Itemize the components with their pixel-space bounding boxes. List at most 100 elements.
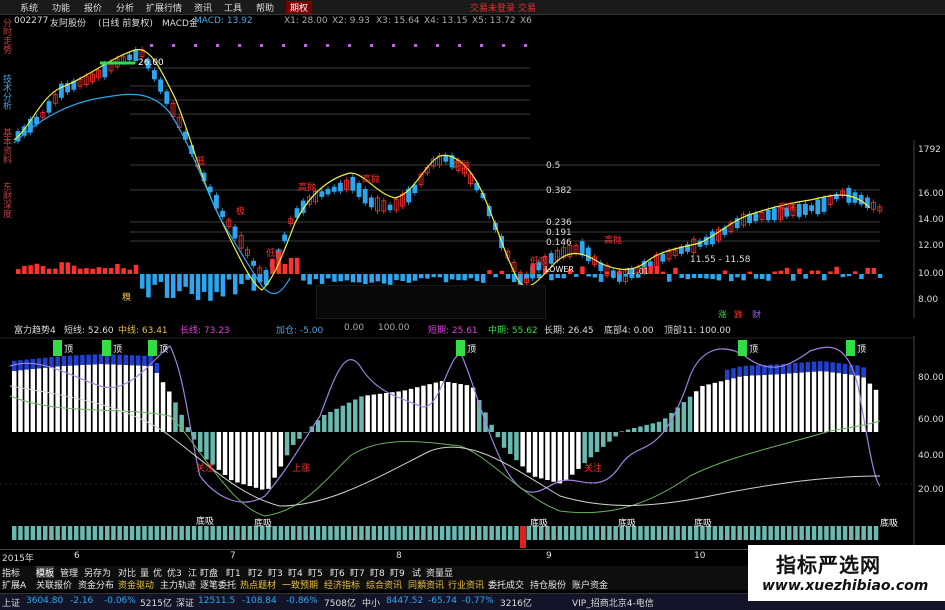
extension-tab-9[interactable]: 综合资讯 (366, 578, 402, 591)
extension-tab-10[interactable]: 同類资讯 (408, 578, 444, 591)
indicator-base-bar (377, 526, 383, 540)
extension-tab-5[interactable]: 逐笔委托 (200, 578, 236, 591)
menu-item-help[interactable]: 帮助 (256, 1, 274, 14)
menu-bar: 系统 功能 报价 分析 扩展行情 资讯 工具 帮助 期权 交易未登录 交易 (0, 0, 945, 15)
volume-bar (425, 274, 430, 279)
server-name[interactable]: VIP_招商北京4-电信 (572, 596, 654, 609)
indicator-title[interactable]: 富力趋势4 (14, 323, 56, 336)
extension-tab-4[interactable]: 主力轨迹 (160, 578, 196, 591)
indicator-base-bar (501, 526, 507, 540)
extension-tab-6[interactable]: 热点题材 (240, 578, 276, 591)
extension-tab-1[interactable]: 关联报价 (36, 578, 72, 591)
indicator-bar (204, 432, 209, 460)
extension-tab-0[interactable]: 扩展A (2, 578, 26, 591)
menu-item-system[interactable]: 系统 (20, 1, 38, 14)
indicator-base-bar (340, 526, 346, 540)
candle-body (127, 54, 132, 61)
volume-bar (853, 271, 858, 274)
x-axis-year: 2015年 (2, 554, 34, 564)
candle-body (331, 186, 337, 192)
candle-body (821, 197, 827, 212)
candle-body (251, 260, 257, 266)
indicator-bar (632, 428, 637, 432)
label-ji: 极 (236, 205, 245, 217)
menu-item-options[interactable]: 期权 (286, 1, 313, 14)
volume-bar (22, 265, 27, 274)
indicator-base-bar (638, 526, 643, 540)
indicator-base-bar (793, 526, 798, 540)
indicator-base-bar (129, 526, 135, 540)
volume-bar (493, 274, 498, 278)
indicator-bar (415, 387, 420, 432)
sh-index-pct: -0.06% (104, 596, 136, 606)
indicator-bar-peak (74, 355, 79, 366)
main-price-chart[interactable]: 0.5 0.382 0.236 0.191 0.146 1792 16.00 1… (0, 28, 945, 318)
menu-item-analysis[interactable]: 分析 (116, 1, 134, 14)
indicator-base-bar (594, 526, 600, 540)
extension-tab-14[interactable]: 账户资金 (572, 578, 608, 591)
candle-body (46, 101, 52, 113)
indicator-bar (427, 384, 432, 432)
indicator-base-bar (154, 526, 160, 540)
menu-item-function[interactable]: 功能 (52, 1, 70, 14)
signal-dot (172, 44, 175, 47)
signal-dot (502, 44, 505, 47)
signal-dot (216, 44, 219, 47)
indicator-bar (706, 384, 711, 432)
indicator-base-bar (787, 526, 792, 540)
indicator-bar (185, 427, 191, 432)
main-chart-info: 002277 友阿股份 (日线 前复权) MACD金 MACD: 13.92 X… (14, 16, 534, 29)
volume-bar (406, 274, 412, 283)
trade-login-status[interactable]: 交易未登录 (470, 1, 515, 14)
volume-bar (307, 274, 312, 285)
extension-tab-11[interactable]: 行业资讯 (448, 578, 484, 591)
candle-body (803, 203, 808, 215)
indicator-bar (384, 393, 389, 432)
indicator-bar (725, 379, 730, 432)
indicator-base-bar (458, 526, 463, 540)
indicator-base-bar (229, 526, 234, 540)
volume-bar (171, 274, 176, 298)
extension-tab-3[interactable]: 资金驱动 (118, 578, 154, 591)
indicator-base-bar (98, 526, 104, 540)
sh-index-name[interactable]: 上证 (2, 596, 20, 609)
indicator-bar (539, 432, 544, 479)
indicator-bar (532, 432, 538, 477)
menu-item-quote[interactable]: 报价 (84, 1, 102, 14)
top-marker-3 (148, 340, 157, 356)
indicator-bar (718, 381, 724, 432)
indicator-bar-peak (799, 362, 804, 373)
sz-index-name[interactable]: 深证 (176, 596, 194, 609)
volume-bar (344, 274, 350, 281)
indicator-base-bar (61, 526, 67, 540)
extension-tab-7[interactable]: 一致预期 (282, 578, 318, 591)
indicator-base-bar (427, 526, 432, 540)
zx-index-name[interactable]: 中小 (362, 596, 380, 609)
indicator-base-bar (818, 526, 823, 540)
trade-menu[interactable]: 交易 (518, 1, 536, 14)
zx-index-value: 8447.52 (386, 596, 424, 606)
volume-bar (487, 270, 492, 274)
volume-bar (648, 266, 653, 274)
indicator-bar (340, 405, 346, 432)
extension-tab-12[interactable]: 委托成交 (488, 578, 524, 591)
extension-tab-8[interactable]: 经济指标 (324, 578, 360, 591)
extension-tab-13[interactable]: 持仓股份 (530, 578, 566, 591)
menu-item-ext-market[interactable]: 扩展行情 (146, 1, 182, 14)
indicator-bar-peak (136, 355, 141, 366)
indicator-base-bar (836, 526, 842, 540)
menu-item-news[interactable]: 资讯 (194, 1, 212, 14)
indicator-base-bar (687, 526, 693, 540)
indicator-bar (216, 432, 222, 470)
extension-tab-2[interactable]: 资金分布 (78, 578, 114, 591)
volume-bar (574, 274, 579, 277)
hundred-value: 100.00 (378, 323, 410, 333)
indicator-bar (452, 383, 457, 432)
indicator-bar (303, 432, 308, 433)
indicator-base-bar (749, 526, 755, 540)
bottom-label-6: 底吸 (880, 517, 898, 529)
menu-item-tools[interactable]: 工具 (224, 1, 242, 14)
indicator-base-bar (718, 526, 724, 540)
trend-indicator-chart[interactable]: 80.00 60.00 40.00 20.00 顶 顶 顶 顶 顶 顶 底吸 底… (0, 336, 945, 548)
volume-bar (282, 263, 288, 274)
